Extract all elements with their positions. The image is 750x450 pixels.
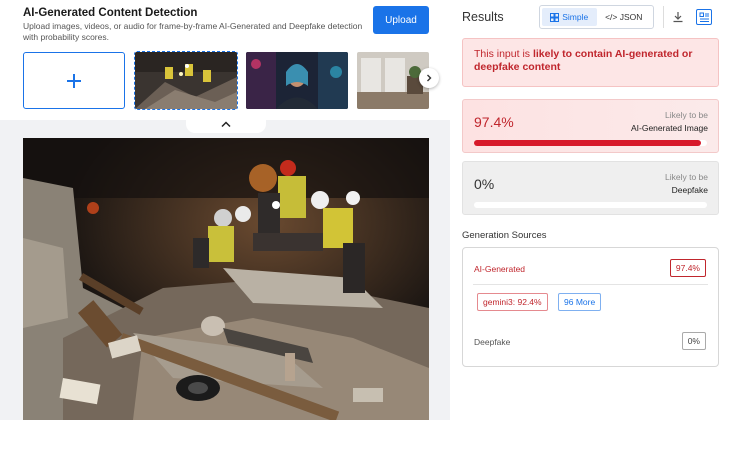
layout-icon	[550, 12, 560, 22]
panel-header: AI-Generated Content Detection Upload im…	[0, 0, 450, 120]
ai-generated-caption: Likely to be	[665, 110, 708, 120]
deepfake-score: 0%	[474, 176, 495, 192]
ai-generated-progress-track	[474, 140, 707, 146]
alert-prefix: This input is	[474, 48, 533, 60]
view-toggle: Simple </> JSON	[539, 5, 654, 29]
preview-image	[23, 138, 429, 420]
more-models-button[interactable]: 96 More	[558, 293, 602, 311]
collapse-thumbnails-toggle[interactable]	[186, 116, 266, 133]
plus-icon	[67, 73, 81, 88]
deepfake-caption: Likely to be	[665, 172, 708, 182]
deepfake-source-value: 0%	[681, 332, 706, 350]
deepfake-score-card: 0% Likely to be Deepfake	[462, 161, 719, 215]
thumbnail-image	[246, 52, 348, 109]
report-icon	[699, 12, 709, 22]
add-media-button[interactable]	[23, 52, 125, 109]
generation-sources-title: Generation Sources	[462, 230, 547, 241]
deepfake-progress-track	[474, 202, 707, 208]
thumbnail-rubble-rescue[interactable]	[134, 51, 238, 110]
json-view-label: </> JSON	[605, 12, 643, 22]
chevron-right-icon	[427, 74, 432, 82]
simple-view-label: Simple	[562, 12, 589, 22]
upload-panel: AI-Generated Content Detection Upload im…	[0, 0, 450, 450]
json-view-button[interactable]: </> JSON	[597, 8, 652, 26]
generation-sources-box: AI-Generated 97.4% gemini3: 92.4% 96 Mor…	[462, 247, 719, 367]
divider	[473, 284, 708, 285]
simple-view-button[interactable]: Simple	[542, 8, 597, 26]
thumbnail-interior[interactable]	[357, 52, 429, 109]
upload-button[interactable]: Upload	[373, 6, 429, 34]
next-thumbnails-button[interactable]	[419, 68, 439, 88]
download-icon	[673, 12, 683, 23]
model-tag[interactable]: gemini3: 92.4%	[477, 293, 548, 311]
toolbar-divider	[663, 6, 664, 28]
thumbnail-image	[135, 52, 237, 109]
detection-alert: This input is likely to contain AI-gener…	[462, 38, 719, 87]
ai-generated-score: 97.4%	[474, 114, 514, 130]
ai-generated-label: AI-Generated Image	[630, 123, 708, 133]
rubble-rescue-scene	[23, 138, 429, 420]
thumbnail-image	[357, 52, 429, 109]
deepfake-source-label: Deepfake	[474, 337, 511, 347]
ai-generated-source-label: AI-Generated	[474, 264, 526, 274]
report-button[interactable]	[696, 9, 712, 25]
page-title: AI-Generated Content Detection	[23, 7, 198, 19]
thumbnail-neon-portrait[interactable]	[246, 52, 348, 109]
ai-generated-score-card: 97.4% Likely to be AI-Generated Image	[462, 99, 719, 153]
deepfake-caption-block: Likely to be Deepfake	[665, 171, 708, 197]
chevron-up-icon	[221, 121, 231, 128]
page-description: Upload images, videos, or audio for fram…	[23, 21, 363, 42]
results-panel: Results Simple </> JSON This input is li…	[450, 0, 750, 450]
ai-generated-caption-block: Likely to be AI-Generated Image	[631, 109, 708, 135]
results-title: Results	[462, 10, 504, 24]
ai-generated-progress-fill	[474, 140, 701, 146]
download-button[interactable]	[670, 9, 686, 25]
ai-generated-source-value: 97.4%	[669, 259, 706, 277]
deepfake-label: Deepfake	[671, 185, 708, 195]
